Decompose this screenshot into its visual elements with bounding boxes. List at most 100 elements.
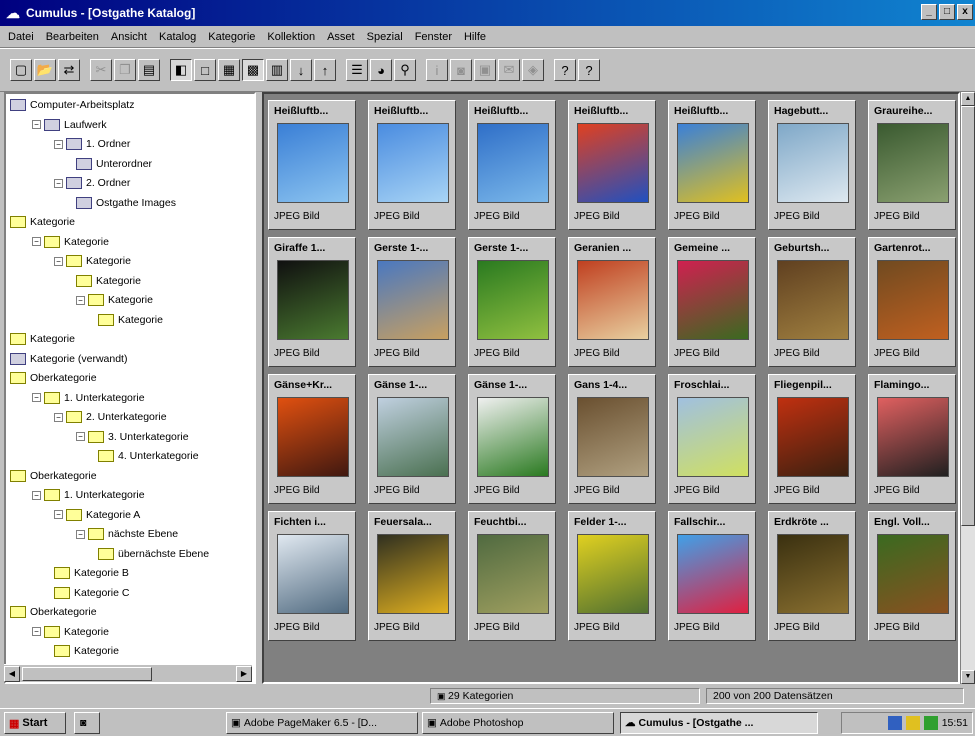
asset-thumbnail[interactable]	[377, 397, 449, 477]
asset-thumbnail[interactable]	[377, 534, 449, 614]
asset-thumbnail[interactable]	[277, 123, 349, 203]
start-button[interactable]: ▦ Start	[4, 712, 66, 734]
tree-item[interactable]: Oberkategorie	[10, 467, 97, 485]
tree-item[interactable]: − 3. Unterkategorie	[76, 428, 189, 446]
collapse-icon[interactable]: −	[76, 295, 85, 305]
menu-bearbeiten[interactable]: Bearbeiten	[44, 31, 101, 43]
search-icon[interactable]: ⚲	[394, 59, 416, 81]
tree-item[interactable]: − Laufwerk	[32, 116, 107, 134]
asset-card[interactable]: Heißluftb... JPEG Bild	[468, 100, 556, 230]
tree-item[interactable]: Computer-Arbeitsplatz	[10, 96, 134, 114]
minimize-button[interactable]: _	[921, 4, 937, 20]
tree-item[interactable]: Kategorie (verwandt)	[10, 350, 127, 368]
menu-spezial[interactable]: Spezial	[365, 31, 405, 43]
tree-item[interactable]: − Kategorie	[32, 623, 109, 641]
tree-item[interactable]: − 2. Ordner	[54, 174, 130, 192]
asset-thumbnail[interactable]	[777, 260, 849, 340]
asset-card[interactable]: Gerste 1-... JPEG Bild	[368, 237, 456, 367]
collapse-icon[interactable]: −	[32, 490, 41, 500]
asset-thumbnail[interactable]	[477, 397, 549, 477]
volume-icon[interactable]	[905, 716, 920, 730]
collapse-icon[interactable]: −	[54, 510, 63, 519]
asset-card[interactable]: Gemeine ... JPEG Bild	[668, 237, 756, 367]
asset-thumbnail[interactable]	[377, 123, 449, 203]
mail-icon[interactable]: ✉	[498, 59, 520, 81]
title-bar[interactable]: ☁ Cumulus - [Ostgathe Katalog] _ □ x	[0, 0, 975, 26]
asset-thumbnail[interactable]	[677, 397, 749, 477]
menu-ansicht[interactable]: Ansicht	[109, 31, 149, 43]
thumbnail-view-icon[interactable]: ▩	[242, 59, 264, 81]
tree-item[interactable]: Kategorie	[54, 642, 119, 660]
tree-item[interactable]: Oberkategorie	[10, 603, 97, 621]
scroll-right-icon[interactable]: ▶	[236, 665, 252, 682]
asset-card[interactable]: Gerste 1-... JPEG Bild	[468, 237, 556, 367]
task-photoshop[interactable]: ▣ Adobe Photoshop	[422, 712, 614, 734]
collapse-icon[interactable]: −	[76, 432, 85, 441]
scroll-up-icon[interactable]: ▲	[961, 92, 975, 106]
vertical-scroll-thumb[interactable]	[961, 106, 975, 526]
asset-thumbnail[interactable]	[777, 123, 849, 203]
maximize-button[interactable]: □	[939, 4, 955, 20]
tree-item[interactable]: − Kategorie A	[54, 506, 140, 524]
asset-thumbnail[interactable]	[577, 123, 649, 203]
collapse-icon[interactable]: −	[32, 627, 41, 636]
tree-item[interactable]: − 2. Unterkategorie	[54, 408, 167, 426]
menu-kategorie[interactable]: Kategorie	[206, 31, 257, 43]
asset-card[interactable]: Froschlai... JPEG Bild	[668, 374, 756, 504]
open-folder-icon[interactable]: 📂	[34, 59, 56, 81]
asset-card[interactable]: Flamingo... JPEG Bild	[868, 374, 956, 504]
asset-card[interactable]: Erdkröte ... JPEG Bild	[768, 511, 856, 641]
asset-thumbnail[interactable]	[777, 534, 849, 614]
tree-item[interactable]: Ostgathe Images	[76, 194, 176, 212]
task-pagemaker[interactable]: ▣ Adobe PageMaker 6.5 - [D...	[226, 712, 418, 734]
sort-descending-icon[interactable]: ↑	[314, 59, 336, 81]
asset-card[interactable]: Gänse 1-... JPEG Bild	[468, 374, 556, 504]
close-button[interactable]: x	[957, 4, 973, 20]
asset-card[interactable]: Felder 1-... JPEG Bild	[568, 511, 656, 641]
tree-item[interactable]: − Kategorie	[76, 291, 153, 309]
tree-item[interactable]: − Kategorie	[54, 252, 131, 270]
tree-item[interactable]: − 1. Unterkategorie	[32, 486, 145, 504]
scroll-thumb[interactable]	[22, 666, 152, 681]
asset-card[interactable]: Hagebutt... JPEG Bild	[768, 100, 856, 230]
asset-thumbnail[interactable]	[377, 260, 449, 340]
asset-thumbnail[interactable]	[677, 260, 749, 340]
tree-item[interactable]: 4. Unterkategorie	[98, 447, 199, 465]
tree-item[interactable]: Kategorie	[98, 311, 163, 329]
asset-thumbnail[interactable]	[777, 397, 849, 477]
tree-horizontal-scrollbar[interactable]: ◀ ▶	[4, 664, 252, 682]
asset-card[interactable]: Gänse+Kr... JPEG Bild	[268, 374, 356, 504]
asset-card[interactable]: Fallschir... JPEG Bild	[668, 511, 756, 641]
tree-item[interactable]: Kategorie C	[54, 584, 129, 602]
menu-asset[interactable]: Asset	[325, 31, 357, 43]
asset-thumbnail[interactable]	[577, 260, 649, 340]
asset-card[interactable]: Heißluftb... JPEG Bild	[668, 100, 756, 230]
scroll-down-icon[interactable]: ▼	[961, 670, 975, 684]
collapse-icon[interactable]: −	[54, 256, 63, 266]
asset-card[interactable]: Fichten i... JPEG Bild	[268, 511, 356, 641]
quicklaunch-icon[interactable]: ◙	[74, 712, 100, 734]
paste-icon[interactable]: ▤	[138, 59, 160, 81]
gallery-vertical-scrollbar[interactable]: ▲ ▼	[960, 92, 975, 684]
camera-icon[interactable]: ◙	[450, 59, 472, 81]
asset-card[interactable]: Feuchtbi... JPEG Bild	[468, 511, 556, 641]
tree-item[interactable]: Kategorie	[10, 330, 75, 348]
info-icon[interactable]: i	[426, 59, 448, 81]
asset-card[interactable]: Gänse 1-... JPEG Bild	[368, 374, 456, 504]
menu-kollektion[interactable]: Kollektion	[265, 31, 317, 43]
asset-card[interactable]: Gans 1-4... JPEG Bild	[568, 374, 656, 504]
scroll-left-icon[interactable]: ◀	[4, 665, 20, 682]
tree-item[interactable]: Oberkategorie	[10, 369, 97, 387]
sort-ascending-icon[interactable]: ↓	[290, 59, 312, 81]
asset-thumbnail[interactable]	[577, 397, 649, 477]
tree-item[interactable]: Kategorie	[10, 213, 75, 231]
tree-item[interactable]: − nächste Ebene	[76, 525, 178, 543]
tree-item[interactable]: Unterordner	[76, 155, 152, 173]
help-icon[interactable]: ?	[578, 59, 600, 81]
asset-card[interactable]: Engl. Voll... JPEG Bild	[868, 511, 956, 641]
asset-card[interactable]: Gartenrot... JPEG Bild	[868, 237, 956, 367]
context-help-icon[interactable]: ?	[554, 59, 576, 81]
asset-card[interactable]: Graureihe... JPEG Bild	[868, 100, 956, 230]
asset-thumbnail[interactable]	[477, 260, 549, 340]
copy-icon[interactable]: ❐	[114, 59, 136, 81]
